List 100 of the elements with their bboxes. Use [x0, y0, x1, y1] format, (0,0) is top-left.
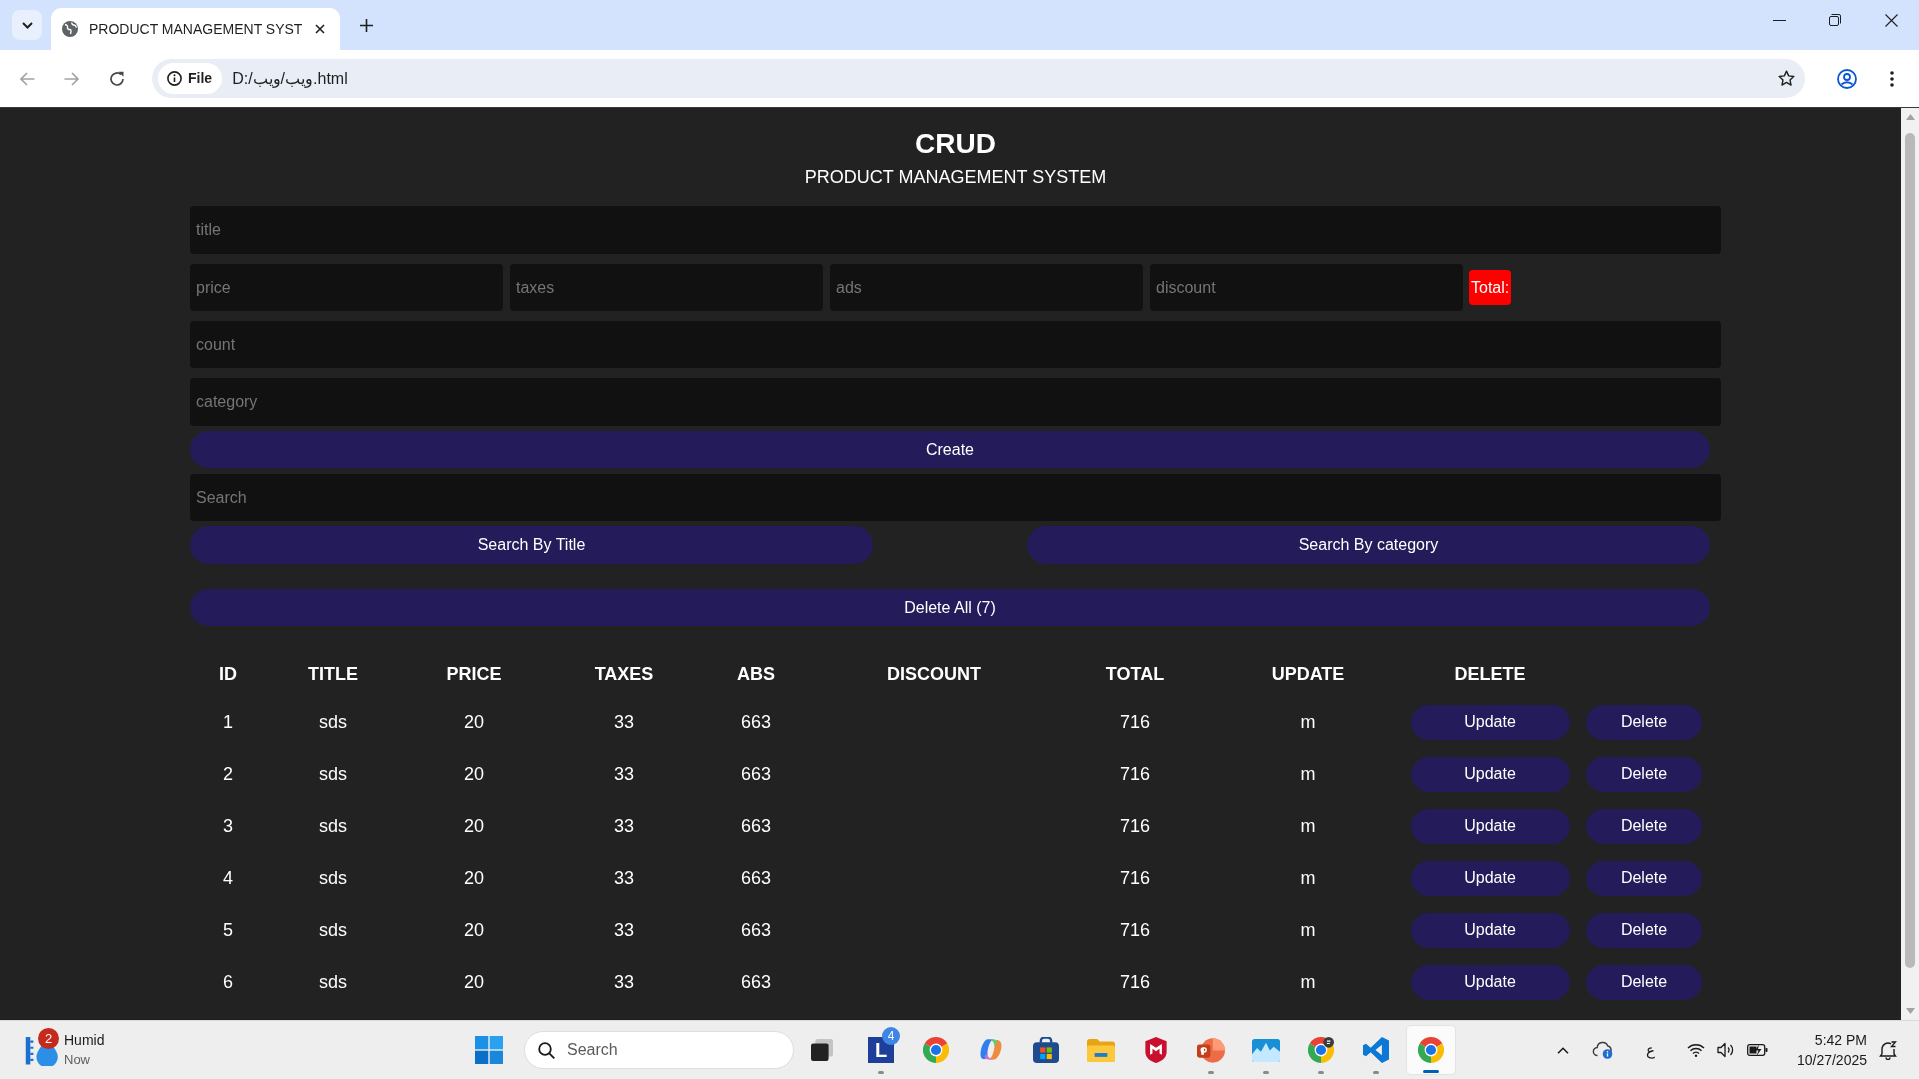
title-field[interactable]: title: [190, 206, 1721, 254]
update-button[interactable]: Update: [1410, 912, 1570, 948]
column-header: TAXES: [594, 662, 654, 686]
update-button[interactable]: Update: [1410, 756, 1570, 792]
folder-icon: [1087, 1038, 1115, 1062]
clock-time: 5:42 PM: [1814, 1031, 1867, 1050]
star-icon: [1777, 70, 1795, 87]
delete-all-button[interactable]: Delete All (7): [190, 589, 1710, 626]
create-button[interactable]: Create: [190, 431, 1710, 468]
tab-title: PRODUCT MANAGEMENT SYST: [89, 19, 303, 39]
delete-button[interactable]: Delete: [1586, 808, 1702, 844]
shopping-bag-icon: [1033, 1037, 1059, 1063]
table-cell-text: 716: [1119, 918, 1150, 942]
url-text: D:/ويب/ويب.html: [232, 68, 348, 90]
code-icon: [1363, 1037, 1389, 1063]
scroll-down-icon: [1905, 1008, 1915, 1014]
input-language[interactable]: ع: [1635, 1032, 1665, 1068]
table-cell-text: 5: [223, 918, 233, 942]
restore-icon: [1829, 14, 1841, 26]
column-header: TITLE: [308, 662, 358, 686]
scrollbar-thumb[interactable]: [1905, 133, 1915, 968]
price-field[interactable]: discount: [1150, 264, 1463, 311]
table-cell-text: 716: [1119, 814, 1150, 838]
delete-button[interactable]: Delete: [1586, 860, 1702, 896]
table-cell-text: sds: [319, 918, 347, 942]
delete-button[interactable]: Delete: [1586, 964, 1702, 1000]
chevron-down-icon: [21, 21, 33, 29]
app-subtitle: PRODUCT MANAGEMENT SYSTEM: [804, 166, 1107, 189]
wifi-icon: [1687, 1043, 1705, 1057]
table-cell-text: 663: [740, 710, 771, 734]
price-field[interactable]: taxes: [510, 264, 823, 311]
notification-badge: 2: [38, 1028, 59, 1049]
table-cell-text: m: [1300, 814, 1316, 838]
scroll-up-icon: [1905, 114, 1915, 120]
table-cell-text: m: [1300, 866, 1316, 890]
site-info-chip[interactable]: File: [158, 63, 223, 94]
tab-list-button[interactable]: [12, 10, 42, 40]
clock-date: 10/27/2025: [1796, 1051, 1867, 1070]
table-cell-text: 33: [614, 762, 634, 786]
update-button[interactable]: Update: [1410, 808, 1570, 844]
clock-button[interactable]: 5:42 PM 10/27/2025: [1785, 1028, 1873, 1072]
table-cell-text: m: [1300, 710, 1316, 734]
table-cell-text: 716: [1119, 970, 1150, 994]
table-cell-text: 663: [740, 918, 771, 942]
column-header: UPDATE: [1271, 662, 1345, 686]
task-view-icon: [811, 1039, 833, 1061]
search-button[interactable]: Search By category: [1027, 526, 1710, 564]
browser-tab[interactable]: PRODUCT MANAGEMENT SYST: [51, 8, 340, 50]
update-button[interactable]: Update: [1410, 964, 1570, 1000]
search-icon: [538, 1041, 555, 1059]
chevron-up-icon: [1557, 1046, 1569, 1054]
table-cell-text: 33: [614, 918, 634, 942]
table-cell-text: 20: [464, 762, 484, 786]
table-cell-text: sds: [319, 710, 347, 734]
profile-icon: [1837, 68, 1857, 89]
table-cell-text: 663: [740, 866, 771, 890]
table-cell-text: 2: [223, 762, 233, 786]
table-cell-text: 33: [614, 814, 634, 838]
taskbar-app-button[interactable]: [1406, 1025, 1456, 1075]
column-header: ABS: [737, 662, 775, 686]
table-cell-text: 4: [223, 866, 233, 890]
app-title: CRUD: [915, 127, 996, 161]
total-label: Total:: [1469, 270, 1512, 305]
weather-time: Now: [64, 1051, 90, 1069]
table-cell-text: 20: [464, 970, 484, 994]
taskbar-search[interactable]: Search: [524, 1031, 794, 1069]
search-field[interactable]: Search: [190, 474, 1721, 521]
weather-condition: Humid: [64, 1031, 105, 1050]
table-cell-text: 716: [1119, 762, 1150, 786]
forward-arrow-icon: [64, 70, 80, 87]
price-field[interactable]: price: [190, 264, 503, 311]
count-field[interactable]: count: [190, 321, 1721, 368]
update-button[interactable]: Update: [1410, 704, 1570, 740]
table-cell-text: sds: [319, 866, 347, 890]
minimize-icon: [1772, 19, 1786, 21]
battery-icon: [1747, 1043, 1768, 1057]
delete-button[interactable]: Delete: [1586, 912, 1702, 948]
table-cell-text: 20: [464, 710, 484, 734]
delete-button[interactable]: Delete: [1586, 756, 1702, 792]
bell-icon: [1879, 1040, 1897, 1060]
table-cell-text: sds: [319, 762, 347, 786]
column-header: DELETE: [1454, 662, 1526, 686]
table-cell-text: 663: [740, 762, 771, 786]
column-header: TOTAL: [1105, 662, 1165, 686]
plus-icon: [359, 18, 373, 32]
delete-button[interactable]: Delete: [1586, 704, 1702, 740]
table-cell-text: 33: [614, 710, 634, 734]
table-cell-text: 6: [223, 970, 233, 994]
table-cell-text: 716: [1119, 710, 1150, 734]
table-cell-text: 33: [614, 866, 634, 890]
browser-icon: [923, 1037, 949, 1063]
close-icon: [1884, 13, 1898, 27]
search-button[interactable]: Search By Title: [190, 526, 873, 564]
table-cell-text: 663: [740, 970, 771, 994]
price-field[interactable]: ads: [830, 264, 1143, 311]
column-header: ID: [219, 662, 237, 686]
weather-widget[interactable]: 2 Humid Now: [20, 1028, 113, 1072]
category-field[interactable]: category: [190, 378, 1721, 426]
table-cell-text: m: [1300, 762, 1316, 786]
update-button[interactable]: Update: [1410, 860, 1570, 896]
